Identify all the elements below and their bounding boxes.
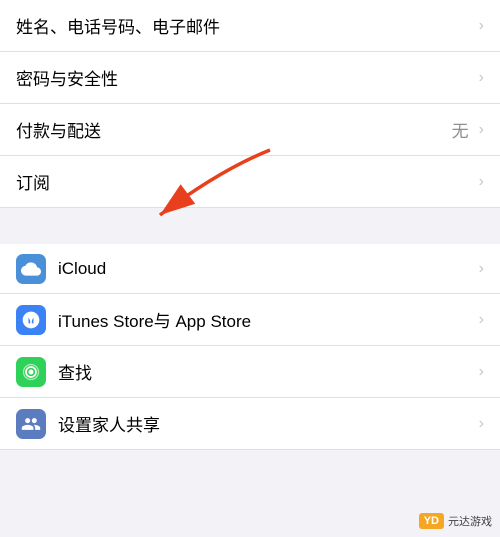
- chevron-icon: ›: [479, 363, 484, 381]
- subscriptions-label: 订阅: [16, 156, 475, 207]
- find-label: 查找: [58, 346, 475, 397]
- watermark-logo: YD: [424, 515, 439, 527]
- find-icon-wrapper: [16, 357, 46, 387]
- name-phone-email-row[interactable]: 姓名、电话号码、电子邮件 ›: [0, 0, 500, 52]
- icloud-icon-wrapper: [16, 254, 46, 284]
- section-divider: [0, 208, 500, 244]
- payment-delivery-label: 付款与配送: [16, 104, 452, 155]
- family-icon: [21, 414, 41, 434]
- password-security-label: 密码与安全性: [16, 52, 475, 103]
- itunes-appstore-row[interactable]: iTunes Store与 App Store ›: [0, 294, 500, 346]
- icloud-label: iCloud: [58, 246, 475, 292]
- itunes-appstore-label: iTunes Store与 App Store: [58, 294, 475, 345]
- section-2: iCloud › iTunes Store与 App Store ›: [0, 244, 500, 450]
- chevron-icon: ›: [479, 415, 484, 433]
- chevron-icon: ›: [479, 260, 484, 278]
- icloud-row[interactable]: iCloud ›: [0, 244, 500, 294]
- payment-delivery-value: 无: [452, 117, 469, 142]
- settings-container: 姓名、电话号码、电子邮件 › 密码与安全性 › 付款与配送 无 › 订阅 ›: [0, 0, 500, 450]
- chevron-icon: ›: [479, 173, 484, 191]
- icloud-icon: [21, 259, 41, 279]
- watermark-text: 元达游戏: [448, 513, 492, 529]
- family-sharing-label: 设置家人共享: [58, 398, 475, 449]
- chevron-icon: ›: [479, 69, 484, 87]
- name-phone-email-label: 姓名、电话号码、电子邮件: [16, 0, 475, 51]
- chevron-icon: ›: [479, 311, 484, 329]
- family-sharing-row[interactable]: 设置家人共享 ›: [0, 398, 500, 450]
- subscriptions-row[interactable]: 订阅 ›: [0, 156, 500, 208]
- password-security-row[interactable]: 密码与安全性 ›: [0, 52, 500, 104]
- watermark: YD 元达游戏: [419, 513, 492, 529]
- find-icon: [21, 362, 41, 382]
- payment-delivery-row[interactable]: 付款与配送 无 ›: [0, 104, 500, 156]
- family-icon-wrapper: [16, 409, 46, 439]
- appstore-icon: [21, 310, 41, 330]
- chevron-icon: ›: [479, 17, 484, 35]
- find-row[interactable]: 查找 ›: [0, 346, 500, 398]
- appstore-icon-wrapper: [16, 305, 46, 335]
- chevron-icon: ›: [479, 121, 484, 139]
- section-1: 姓名、电话号码、电子邮件 › 密码与安全性 › 付款与配送 无 › 订阅 ›: [0, 0, 500, 208]
